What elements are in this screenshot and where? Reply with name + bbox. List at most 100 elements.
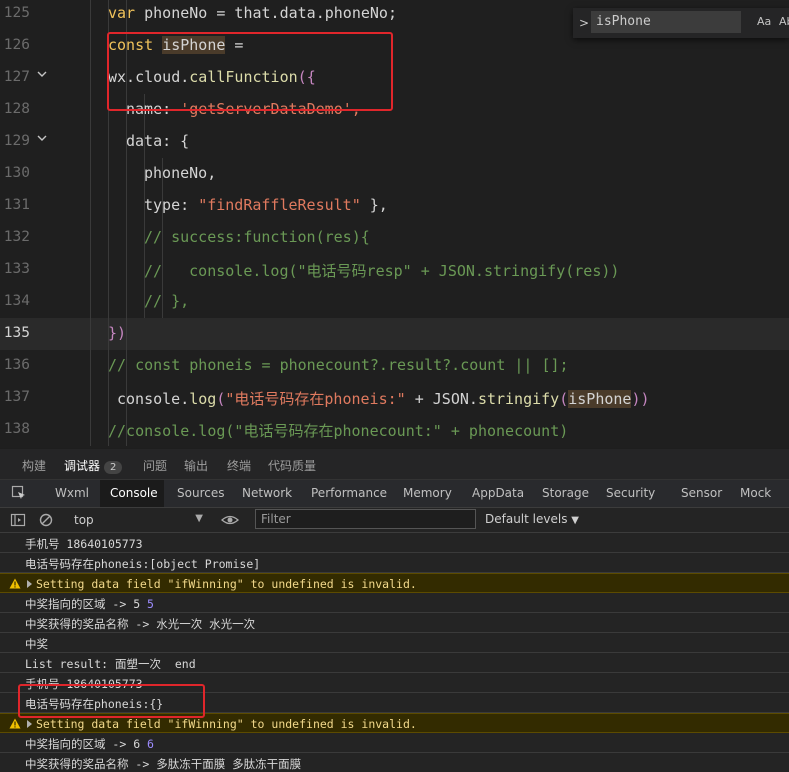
console-message: 中奖获得的奖品名称 -> 多肽冻干面膜 多肽冻干面膜 [25,756,301,772]
tab-debugger-label: 调试器 [64,459,101,473]
log-levels-dropdown[interactable]: Default levels ▼ [485,512,579,526]
indent-guide [108,222,109,254]
expand-triangle-icon[interactable] [27,580,32,588]
code-line[interactable]: 129 data: { [0,126,789,158]
tab-security[interactable]: Security [606,486,655,500]
indent-guide [126,158,127,190]
sidebar-toggle-icon[interactable] [10,512,26,528]
tab-build[interactable]: 构建 [22,457,46,474]
code-token: isPhone [568,390,632,408]
code-text: // const phoneis = phonecount?.result?.c… [108,356,569,374]
code-line[interactable]: 134 // }, [0,286,789,318]
code-line[interactable]: 131 type: "findRaffleResult" }, [0,190,789,222]
code-token: phoneNo, [144,164,217,182]
tab-network[interactable]: Network [242,486,292,500]
tab-mock[interactable]: Mock [740,486,771,500]
console-warning-row[interactable]: Setting data field "ifWinning" to undefi… [0,573,789,593]
line-number: 131 [3,197,30,213]
indent-guide [90,222,91,254]
code-token: } [108,324,118,342]
tab-code-quality[interactable]: 代码质量 [268,457,316,474]
console-message-text: 电话号码存在phoneis:[object Promise] [25,557,261,571]
indent-guide [90,286,91,318]
line-number: 128 [3,101,30,117]
indent-guide [90,382,91,414]
tab-output[interactable]: 输出 [184,457,208,474]
debugger-count-badge: 2 [104,461,123,474]
line-number: 127 [3,69,30,85]
code-text: type: "findRaffleResult" }, [144,196,388,214]
code-token: data: { [126,132,190,150]
code-line[interactable]: 130 phoneNo, [0,158,789,190]
console-log-row[interactable]: 中奖获得的奖品名称 -> 多肽冻干面膜 多肽冻干面膜 [0,753,789,772]
expand-triangle-icon[interactable] [27,720,32,728]
filter-input[interactable]: Filter [255,509,476,529]
console-log-row[interactable]: 中奖指向的区域 -> 5 5 [0,593,789,613]
tab-storage[interactable]: Storage [542,486,589,500]
tab-sensor[interactable]: Sensor [681,486,722,500]
code-line[interactable]: 138 //console.log("电话号码存在phonecount:" + p… [0,414,789,446]
match-case-icon[interactable]: Aa [757,15,771,28]
code-line[interactable]: 137 console.log ("电话号码存在phoneis:" + JSON.s… [0,382,789,414]
console-message: 电话号码存在phoneis:[object Promise] [25,556,260,572]
console-log-row[interactable]: 电话号码存在phoneis:[object Promise] [0,553,789,573]
code-token: }, [360,196,388,214]
console-log-row[interactable]: 中奖获得的奖品名称 -> 水光一次 水光一次 [0,613,789,633]
code-line[interactable]: 133 // console.log("电话号码resp" + JSON.stri… [0,254,789,286]
tab-debugger[interactable]: 调试器 2 [64,457,123,474]
tab-appdata[interactable]: AppData [472,486,524,500]
inspect-element-icon[interactable] [11,485,27,501]
panel-tabs: 构建 调试器 2 问题 输出 终端 代码质量 [0,449,789,480]
indent-guide [126,190,127,222]
code-line[interactable]: 136 // const phoneis = phonecount?.result… [0,350,789,382]
eye-icon[interactable] [221,512,239,528]
tab-memory[interactable]: Memory [403,486,452,500]
code-text: var phoneNo = that.data.phoneNo; [108,4,397,22]
line-number: 134 [3,293,30,309]
code-token: stringify [477,390,560,408]
tab-sources[interactable]: Sources [177,486,224,500]
indent-guide [90,158,91,190]
console-message: Setting data field "ifWinning" to undefi… [36,717,417,731]
code-token: // console.log("电话号码resp" + JSON.stringi… [144,262,620,280]
console-message: 中奖指向的区域 -> 5 5 [25,596,154,612]
clear-console-icon[interactable] [38,512,54,528]
console-message: 手机号 18640105773 [25,536,143,552]
code-text: data: { [126,132,189,150]
line-number: 125 [3,5,30,21]
tab-wxml[interactable]: Wxml [55,486,89,500]
console-log-row[interactable]: 中奖 [0,633,789,653]
fold-chevron-icon[interactable] [37,134,47,142]
tab-console[interactable]: Console [110,486,158,500]
warning-icon [9,578,21,589]
console-log-row[interactable]: List result: 面塑一次 end [0,653,789,673]
context-select[interactable]: top ▼ [67,510,207,530]
tab-terminal[interactable]: 终端 [227,457,251,474]
console-message-text: 中奖获得的奖品名称 -> 水光一次 水光一次 [25,617,256,631]
console-message-text: Setting data field "ifWinning" to undefi… [36,577,417,591]
tab-problems[interactable]: 问题 [143,457,167,474]
code-line[interactable]: 132 // success:function(res){ [0,222,789,254]
tab-performance[interactable]: Performance [311,486,387,500]
code-token: ( [559,390,569,408]
console-log-row[interactable]: 中奖指向的区域 -> 6 6 [0,733,789,753]
code-token: var [108,4,145,22]
console-log-row[interactable]: 手机号 18640105773 [0,533,789,553]
indent-guide [108,190,109,222]
expand-replace-icon[interactable]: > [579,16,589,30]
code-token: "电话号码存在phoneis:" [225,390,406,408]
find-widget[interactable]: > isPhone Aa Ab [573,8,789,38]
console-toolbar: top ▼ Filter Default levels ▼ [0,508,789,533]
indent-guide [108,382,109,414]
console-output[interactable]: 手机号 18640105773 电话号码存在phoneis:[object Pro… [0,533,789,772]
code-token: // }, [144,292,190,310]
fold-chevron-icon[interactable] [37,70,47,78]
code-line[interactable]: 135}) [0,318,789,350]
context-select-value: top [74,513,94,527]
line-number: 138 [3,421,30,437]
console-message-text: 中奖获得的奖品名称 -> 多肽冻干面膜 多肽冻干面膜 [25,757,302,771]
match-whole-word-icon[interactable]: Ab [779,15,789,28]
code-token: // success:function(res){ [144,228,370,246]
indent-guide [90,414,91,446]
find-input[interactable]: isPhone [591,11,741,33]
